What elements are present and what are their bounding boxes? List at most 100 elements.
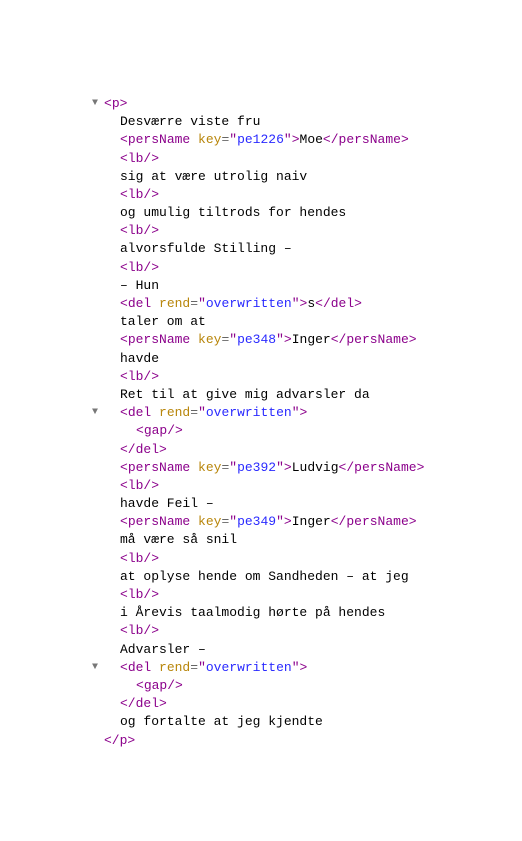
token-punct: > — [401, 132, 409, 147]
code-line[interactable]: <del rend="overwritten">s</del> — [104, 295, 522, 313]
token-tag: persName — [346, 332, 408, 347]
token-punct: " — [229, 332, 237, 347]
token-punct: " — [276, 460, 284, 475]
token-punct: " — [292, 660, 300, 675]
token-txt: Moe — [300, 132, 323, 147]
token-txt: at oplyse hende om Sandheden – at jeg — [120, 569, 409, 584]
code-line[interactable]: <lb/> — [104, 186, 522, 204]
token-punct: /> — [143, 478, 159, 493]
token-punct: < — [120, 151, 128, 166]
code-line[interactable]: <persName key="pe348">Inger</persName> — [104, 331, 522, 349]
token-txt: Ludvig — [292, 460, 339, 475]
token-tag: persName — [354, 460, 416, 475]
token-punct: " — [198, 405, 206, 420]
token-eq: = — [190, 296, 198, 311]
code-line[interactable]: <lb/> — [104, 259, 522, 277]
token-punct: > — [409, 332, 417, 347]
token-punct: " — [229, 460, 237, 475]
token-punct: " — [198, 660, 206, 675]
token-punct: </ — [331, 332, 347, 347]
token-txt: taler om at — [120, 314, 206, 329]
code-line[interactable]: og fortalte at jeg kjendte — [104, 713, 522, 731]
token-punct: /> — [143, 369, 159, 384]
code-line[interactable]: <lb/> — [104, 150, 522, 168]
code-line[interactable]: havde — [104, 350, 522, 368]
token-tag: del — [136, 696, 159, 711]
token-txt: s — [307, 296, 315, 311]
code-line[interactable]: må være så snil — [104, 531, 522, 549]
token-punct: </ — [104, 733, 120, 748]
code-line[interactable]: <lb/> — [104, 477, 522, 495]
code-line[interactable]: i Årevis taalmodig hørte på hendes — [104, 604, 522, 622]
code-line[interactable]: taler om at — [104, 313, 522, 331]
token-punct: < — [120, 551, 128, 566]
code-line[interactable]: <lb/> — [104, 550, 522, 568]
token-punct: > — [292, 132, 300, 147]
token-punct: < — [120, 587, 128, 602]
token-punct: > — [120, 96, 128, 111]
code-line[interactable]: og umulig tiltrods for hendes — [104, 204, 522, 222]
code-line[interactable]: Ret til at give mig advarsler da — [104, 386, 522, 404]
code-line[interactable]: </del> — [104, 441, 522, 459]
token-punct: < — [104, 96, 112, 111]
token-tag: lb — [128, 187, 144, 202]
code-line[interactable]: <persName key="pe1226">Moe</persName> — [104, 131, 522, 149]
token-tag: lb — [128, 369, 144, 384]
token-punct: " — [292, 296, 300, 311]
token-val: pe1226 — [237, 132, 284, 147]
token-txt: havde Feil – — [120, 496, 214, 511]
token-punct: < — [120, 296, 128, 311]
token-punct: < — [120, 660, 128, 675]
token-tag: lb — [128, 587, 144, 602]
token-punct: </ — [120, 442, 136, 457]
token-txt: og fortalte at jeg kjendte — [120, 714, 323, 729]
code-line[interactable]: <lb/> — [104, 586, 522, 604]
token-txt — [151, 296, 159, 311]
token-txt — [190, 460, 198, 475]
code-line[interactable]: ▼<del rend="overwritten"> — [104, 404, 522, 422]
token-txt: Ret til at give mig advarsler da — [120, 387, 370, 402]
token-tag: lb — [128, 260, 144, 275]
token-punct: < — [120, 405, 128, 420]
twisty-down-icon[interactable]: ▼ — [92, 661, 98, 675]
token-txt — [190, 332, 198, 347]
token-val: overwritten — [206, 296, 292, 311]
code-line[interactable]: <lb/> — [104, 622, 522, 640]
code-line[interactable]: <lb/> — [104, 368, 522, 386]
code-line[interactable]: <persName key="pe349">Inger</persName> — [104, 513, 522, 531]
code-line[interactable]: <persName key="pe392">Ludvig</persName> — [104, 459, 522, 477]
token-tag: lb — [128, 478, 144, 493]
token-punct: /> — [143, 151, 159, 166]
code-line[interactable]: sig at være utrolig naiv — [104, 168, 522, 186]
code-line[interactable]: ▼<del rend="overwritten"> — [104, 659, 522, 677]
token-attr: rend — [159, 660, 190, 675]
token-txt — [190, 132, 198, 147]
token-tag: lb — [128, 551, 144, 566]
token-txt: alvorsfulde Stilling – — [120, 241, 292, 256]
code-line[interactable]: at oplyse hende om Sandheden – at jeg — [104, 568, 522, 586]
token-punct: < — [120, 132, 128, 147]
code-line[interactable]: </del> — [104, 695, 522, 713]
code-line[interactable]: <gap/> — [104, 422, 522, 440]
code-line[interactable]: alvorsfulde Stilling – — [104, 240, 522, 258]
code-line[interactable]: Desværre viste fru — [104, 113, 522, 131]
token-punct: /> — [143, 187, 159, 202]
token-punct: > — [354, 296, 362, 311]
token-txt: Inger — [292, 332, 331, 347]
twisty-down-icon[interactable]: ▼ — [92, 406, 98, 420]
token-txt — [190, 514, 198, 529]
token-val: pe348 — [237, 332, 276, 347]
code-line[interactable]: Advarsler – — [104, 641, 522, 659]
code-line[interactable]: <gap/> — [104, 677, 522, 695]
code-line[interactable]: – Hun — [104, 277, 522, 295]
token-punct: > — [284, 332, 292, 347]
code-line[interactable]: </p> — [104, 732, 522, 750]
token-val: pe349 — [237, 514, 276, 529]
token-attr: rend — [159, 405, 190, 420]
code-line[interactable]: <lb/> — [104, 222, 522, 240]
code-line[interactable]: ▼<p> — [104, 95, 522, 113]
token-tag: gap — [144, 423, 167, 438]
twisty-down-icon[interactable]: ▼ — [92, 97, 98, 111]
code-line[interactable]: havde Feil – — [104, 495, 522, 513]
token-punct: /> — [143, 623, 159, 638]
